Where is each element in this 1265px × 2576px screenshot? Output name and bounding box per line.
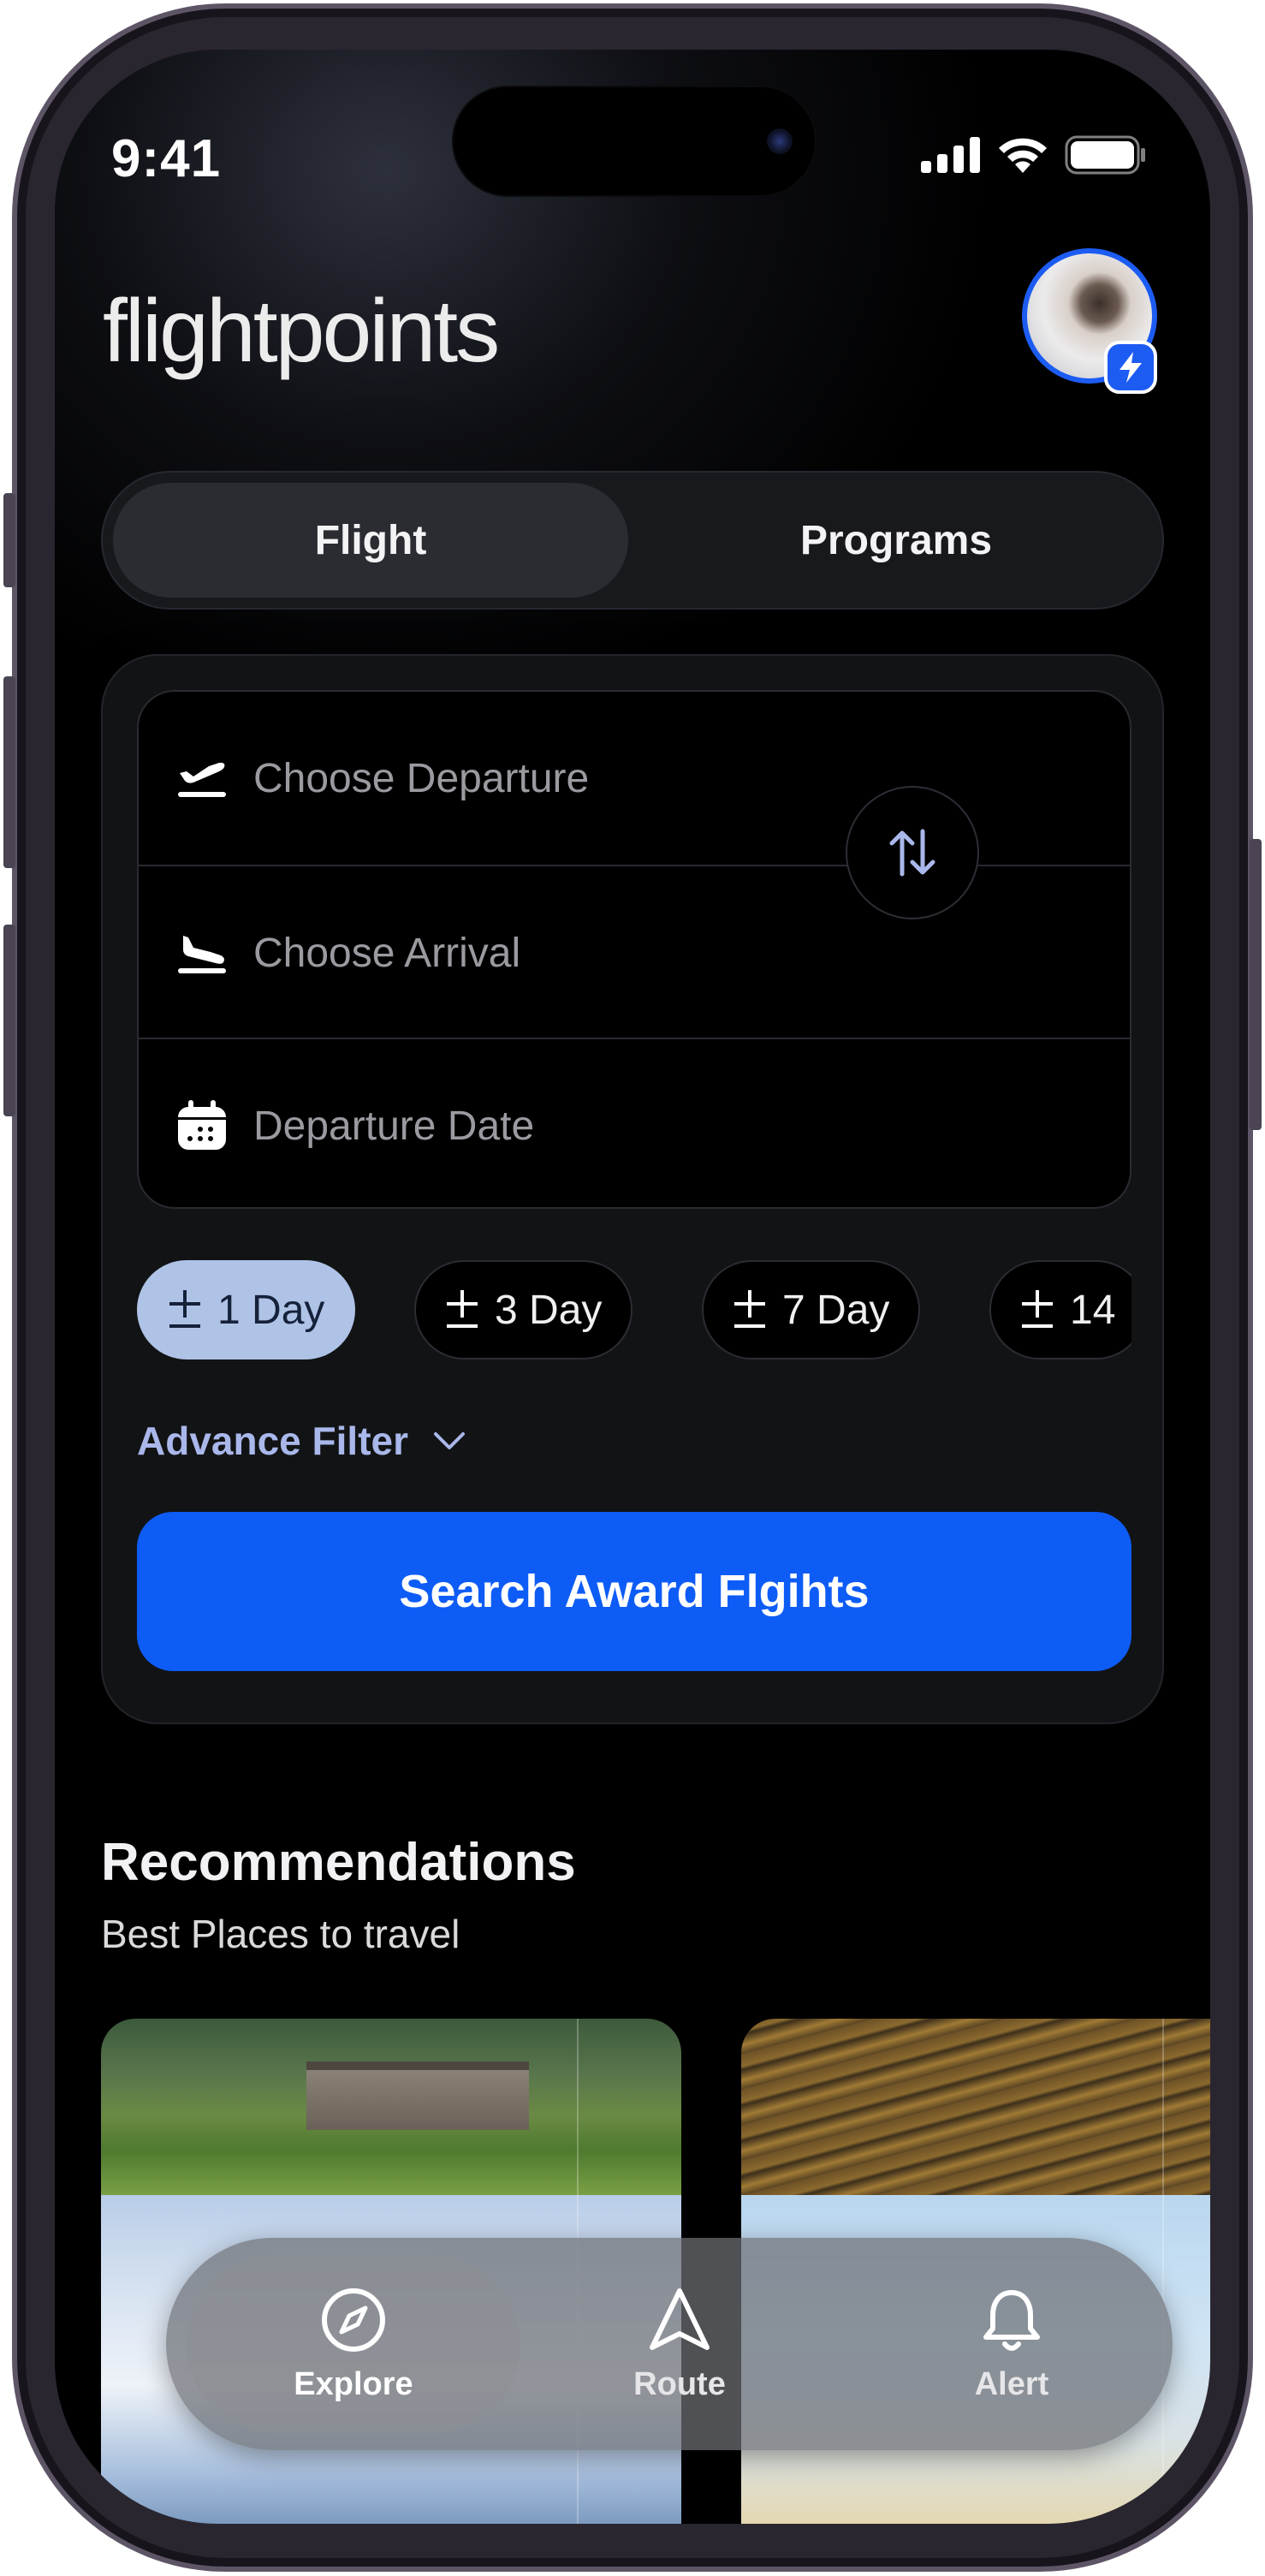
tab-explore[interactable]: Explore — [187, 2255, 520, 2433]
compass-icon — [322, 2287, 385, 2352]
wifi-icon — [999, 138, 1047, 173]
departure-placeholder: Choose Departure — [253, 755, 590, 801]
chevron-down-icon — [434, 1432, 465, 1449]
swap-route-button[interactable] — [846, 786, 979, 919]
tab-alert-label: Alert — [974, 2365, 1049, 2402]
tab-explore-label: Explore — [294, 2365, 413, 2402]
departure-field[interactable]: Choose Departure — [139, 692, 1130, 865]
chip-3-day[interactable]: 3 Day — [414, 1260, 633, 1359]
photo-seam — [1162, 2019, 1164, 2524]
status-time: 9:41 — [111, 129, 222, 188]
volume-down-button — [3, 925, 15, 1116]
chip-label: 7 Day — [782, 1287, 890, 1333]
chip-label: 1 Day — [217, 1287, 325, 1333]
navigation-arrow-icon — [650, 2287, 710, 2350]
mode-segmented-control: Flight Programs — [101, 471, 1164, 610]
lightning-badge-icon — [1104, 341, 1157, 394]
action-button — [3, 493, 15, 587]
arrival-placeholder: Choose Arrival — [253, 930, 521, 976]
advance-filter-toggle[interactable]: Advance Filter — [137, 1418, 466, 1464]
search-button-label: Search Award Flgihts — [399, 1566, 870, 1617]
chip-14-day[interactable]: 14 — [989, 1260, 1131, 1359]
power-button — [1250, 839, 1262, 1130]
tab-programs[interactable]: Programs — [638, 483, 1154, 598]
plus-minus-icon — [1022, 1290, 1053, 1328]
recommendations-title: Recommendations — [101, 1833, 576, 1892]
destination-photo-detail — [306, 2061, 529, 2130]
search-award-flights-button[interactable]: Search Award Flgihts — [137, 1512, 1131, 1671]
cellular-signal-icon — [921, 137, 980, 173]
advance-filter-label: Advance Filter — [137, 1419, 408, 1463]
tab-flight-label: Flight — [314, 517, 427, 563]
tab-route-label: Route — [633, 2365, 726, 2402]
plus-minus-icon — [447, 1290, 478, 1328]
calendar-icon — [178, 1100, 226, 1150]
plus-minus-icon — [169, 1290, 200, 1328]
chip-1-day[interactable]: 1 Day — [137, 1260, 356, 1359]
home-indicator — [469, 2491, 796, 2503]
arrival-field[interactable]: Choose Arrival — [139, 866, 1130, 1039]
chip-label: 14 — [1070, 1287, 1116, 1333]
date-placeholder: Departure Date — [253, 1103, 535, 1149]
bell-icon — [983, 2289, 1040, 2351]
front-camera — [767, 128, 793, 154]
status-icons — [921, 135, 1147, 175]
chip-7-day[interactable]: 7 Day — [702, 1260, 921, 1359]
plane-departure-icon — [178, 762, 226, 797]
bottom-tab-bar: Explore Route Alert — [166, 2238, 1173, 2450]
battery-icon — [1065, 135, 1145, 175]
search-card: Choose Departure Choose Arrival Departur… — [101, 654, 1164, 1724]
screen: 9:41 flightpoints Flight Programs Choose… — [55, 50, 1210, 2524]
tab-flight[interactable]: Flight — [113, 483, 628, 598]
status-bar: 9:41 — [55, 50, 1210, 195]
date-field[interactable]: Departure Date — [139, 1039, 1130, 1207]
chip-label: 3 Day — [495, 1287, 603, 1333]
tab-alert[interactable]: Alert — [926, 2238, 1097, 2450]
dynamic-island — [454, 87, 815, 195]
destination-photo — [741, 2019, 1210, 2195]
app-logo: flightpoints — [103, 282, 500, 381]
recommendations-subtitle: Best Places to travel — [101, 1912, 460, 1956]
plane-arrival-icon — [178, 936, 226, 973]
plus-minus-icon — [734, 1290, 765, 1328]
tab-programs-label: Programs — [799, 517, 993, 563]
tab-route[interactable]: Route — [594, 2238, 765, 2450]
volume-up-button — [3, 676, 15, 868]
day-range-chips: 1 Day 3 Day 7 Day 14 — [137, 1260, 1131, 1363]
route-fields: Choose Departure Choose Arrival Departur… — [137, 690, 1131, 1209]
swap-vertical-icon — [889, 829, 935, 877]
